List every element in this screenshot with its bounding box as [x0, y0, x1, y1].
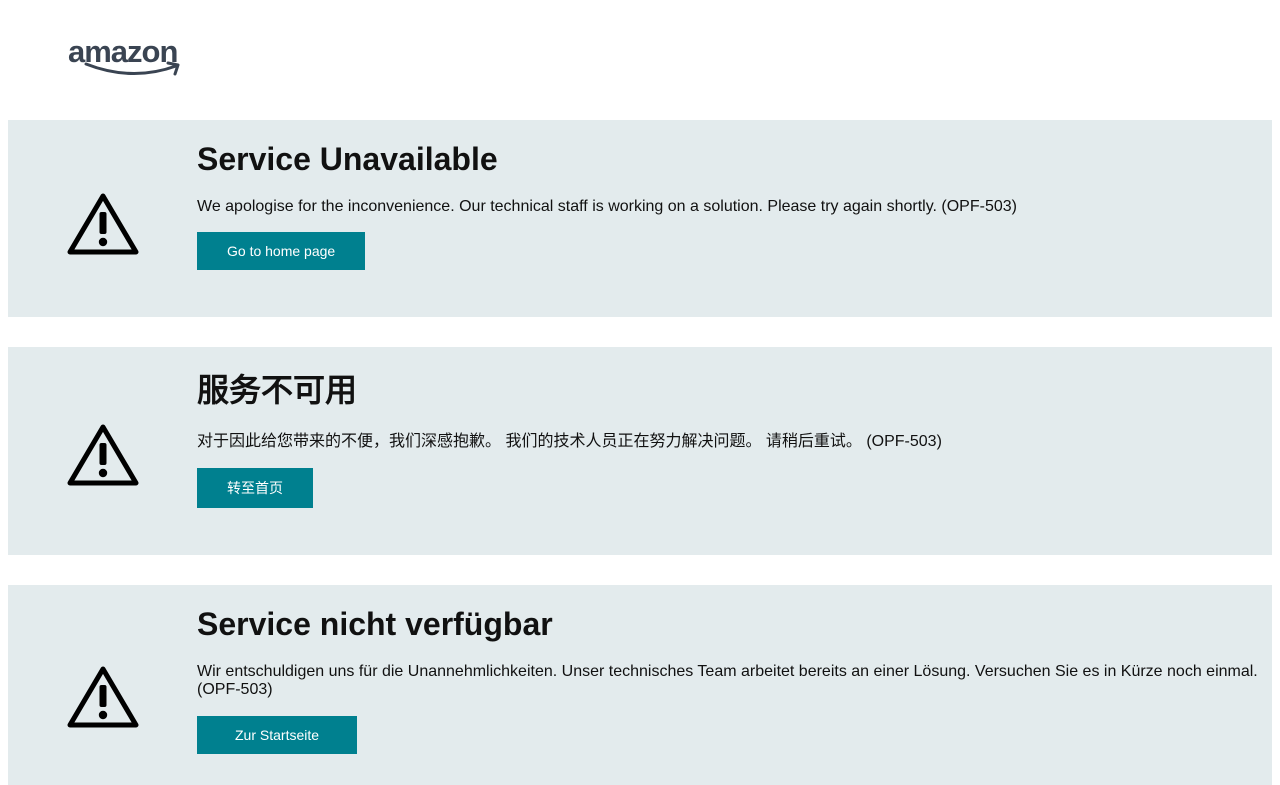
home-page-button[interactable]: Go to home page — [197, 232, 366, 270]
page-title: Service Unavailable — [197, 141, 498, 177]
error-message: Wir entschuldigen uns für die Unannehmli… — [197, 663, 1258, 698]
error-panel-english: Service Unavailable We apologise for the… — [8, 120, 1272, 317]
page-title: 服务不可用 — [197, 372, 358, 408]
error-panel-chinese: 服务不可用 对于因此给您带来的不便，我们深感抱歉。 我们的技术人员正在努力解决问… — [8, 347, 1272, 555]
error-panel-german: Service nicht verfügbar Wir entschuldige… — [8, 585, 1272, 785]
panel-content: Service nicht verfügbar Wir entschuldige… — [197, 605, 1260, 754]
smile-arrow-icon — [84, 61, 180, 76]
warning-icon — [67, 424, 139, 486]
panel-content: 服务不可用 对于因此给您带来的不便，我们深感抱歉。 我们的技术人员正在努力解决问… — [197, 371, 1260, 508]
error-message: We apologise for the inconvenience. Our … — [197, 198, 1017, 215]
page-title: Service nicht verfügbar — [197, 606, 553, 642]
home-page-button[interactable]: Zur Startseite — [197, 716, 358, 754]
amazon-logo[interactable]: amazon — [68, 34, 184, 82]
warning-icon — [67, 193, 139, 255]
warning-icon — [67, 666, 139, 728]
panel-content: Service Unavailable We apologise for the… — [197, 140, 1260, 270]
home-page-button[interactable]: 转至首页 — [197, 468, 313, 508]
error-message: 对于因此给您带来的不便，我们深感抱歉。 我们的技术人员正在努力解决问题。 请稍后… — [197, 433, 942, 450]
page-header: amazon — [0, 0, 1280, 120]
